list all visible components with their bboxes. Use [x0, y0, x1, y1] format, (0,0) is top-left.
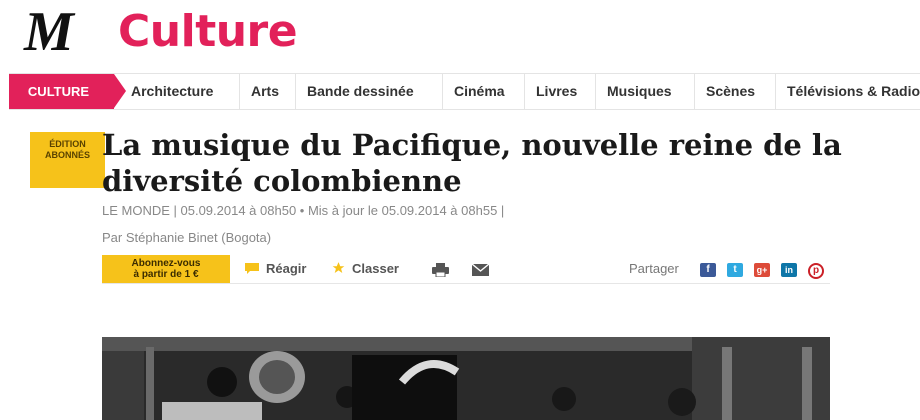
comment-icon: [244, 262, 260, 277]
googleplus-icon[interactable]: g+: [754, 263, 770, 277]
share-label: Partager: [629, 261, 679, 276]
react-label: Réagir: [266, 261, 307, 276]
email-icon[interactable]: [471, 263, 490, 279]
nav-item-musiques[interactable]: Musiques: [595, 74, 683, 109]
article-meta: LE MONDE | 05.09.2014 à 08h50 • Mis à jo…: [102, 203, 505, 218]
nav-item-culture[interactable]: CULTURE: [9, 74, 126, 109]
article-toolbar: Abonnez-vous à partir de 1 € Réagir Clas…: [102, 253, 830, 284]
nav-item-arts[interactable]: Arts: [239, 74, 290, 109]
le-monde-logo[interactable]: M: [24, 4, 74, 60]
nav-item-cinema[interactable]: Cinéma: [442, 74, 516, 109]
edition-abonnes-badge[interactable]: ÉDITION ABONNÉS: [30, 132, 105, 188]
section-title[interactable]: Culture: [118, 6, 298, 58]
twitter-icon[interactable]: t: [727, 263, 743, 277]
facebook-icon[interactable]: f: [700, 263, 716, 277]
pinterest-icon[interactable]: p: [808, 263, 824, 279]
article-photo: [102, 337, 830, 420]
linkedin-icon[interactable]: in: [781, 263, 797, 277]
nav-item-bande-dessinee[interactable]: Bande dessinée: [295, 74, 425, 109]
article-title: La musique du Pacifique, nouvelle reine …: [102, 128, 842, 198]
nav-item-televisions-radio[interactable]: Télévisions & Radio: [775, 74, 920, 109]
nav-item-scenes[interactable]: Scènes: [694, 74, 766, 109]
subscribe-button[interactable]: Abonnez-vous à partir de 1 €: [102, 255, 230, 283]
star-icon: [331, 261, 346, 278]
subscribe-line-1: Abonnez-vous: [131, 258, 201, 269]
save-label: Classer: [352, 261, 399, 276]
badge-line-2: ABONNÉS: [44, 150, 90, 160]
print-icon[interactable]: [432, 263, 449, 280]
article-author[interactable]: Par Stéphanie Binet (Bogota): [102, 230, 271, 245]
nav-item-architecture[interactable]: Architecture: [120, 74, 224, 109]
react-button[interactable]: Réagir: [244, 261, 306, 277]
subscribe-line-2: à partir de 1 €: [133, 269, 199, 280]
badge-line-1: ÉDITION: [49, 139, 86, 149]
section-nav: CULTURE Architecture Arts Bande dessinée…: [9, 73, 920, 110]
save-button[interactable]: Classer: [331, 261, 399, 278]
nav-item-livres[interactable]: Livres: [524, 74, 588, 109]
